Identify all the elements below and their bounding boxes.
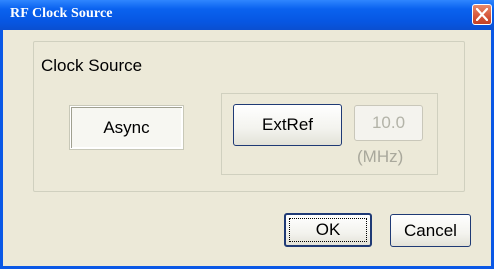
ext-frequency-button[interactable]: 10.0 [354,105,423,141]
cancel-button[interactable]: Cancel [390,214,471,247]
close-button[interactable] [472,4,492,25]
window-title: RF Clock Source [10,6,113,21]
async-button[interactable]: Async [70,106,183,149]
frequency-unit-label: (MHz) [357,147,404,166]
ok-button[interactable]: OK [284,213,372,247]
clock-source-legend: Clock Source [38,56,146,76]
close-icon [476,8,488,21]
extref-button[interactable]: ExtRef [233,104,342,146]
ok-button-label: OK [315,220,341,239]
title-bar[interactable]: RF Clock Source [0,0,494,30]
